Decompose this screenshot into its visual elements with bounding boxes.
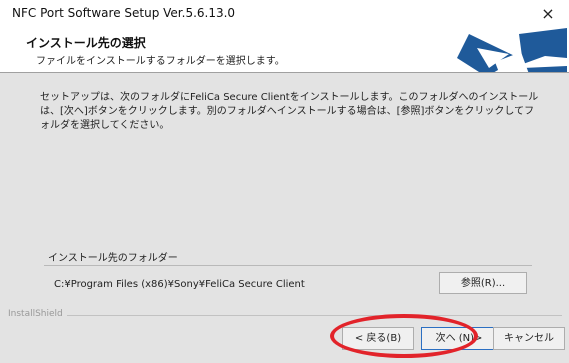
title-bar: NFC Port Software Setup Ver.5.6.13.0 ×: [0, 0, 569, 28]
destination-path: C:¥Program Files (x86)¥Sony¥FeliCa Secur…: [54, 279, 305, 290]
back-button[interactable]: < 戻る(B): [342, 327, 414, 350]
wizard-footer: InstallShield < 戻る(B) 次へ (N)> キャンセル: [0, 309, 569, 363]
group-box-line: [44, 265, 532, 266]
description-text: セットアップは、次のフォルダにFeliCa Secure Clientをインスト…: [40, 92, 539, 131]
wizard-body: セットアップは、次のフォルダにFeliCa Secure Clientをインスト…: [0, 73, 569, 315]
setup-window: NFC Port Software Setup Ver.5.6.13.0 × イ…: [0, 0, 569, 363]
window-title: NFC Port Software Setup Ver.5.6.13.0: [12, 6, 236, 20]
close-button[interactable]: ×: [535, 3, 561, 25]
page-subtitle: ファイルをインストールするフォルダーを選択します。: [36, 56, 285, 67]
footer-divider: [62, 315, 562, 316]
wizard-header: インストール先の選択 ファイルをインストールするフォルダーを選択します。: [0, 28, 569, 92]
cancel-button[interactable]: キャンセル: [493, 327, 565, 350]
browse-button[interactable]: 参照(R)...: [439, 272, 527, 294]
installshield-brand: InstallShield: [8, 309, 67, 319]
page-title: インストール先の選択: [26, 36, 146, 50]
destination-folder-label: インストール先のフォルダー: [48, 249, 182, 264]
next-button[interactable]: 次へ (N)>: [421, 327, 497, 350]
